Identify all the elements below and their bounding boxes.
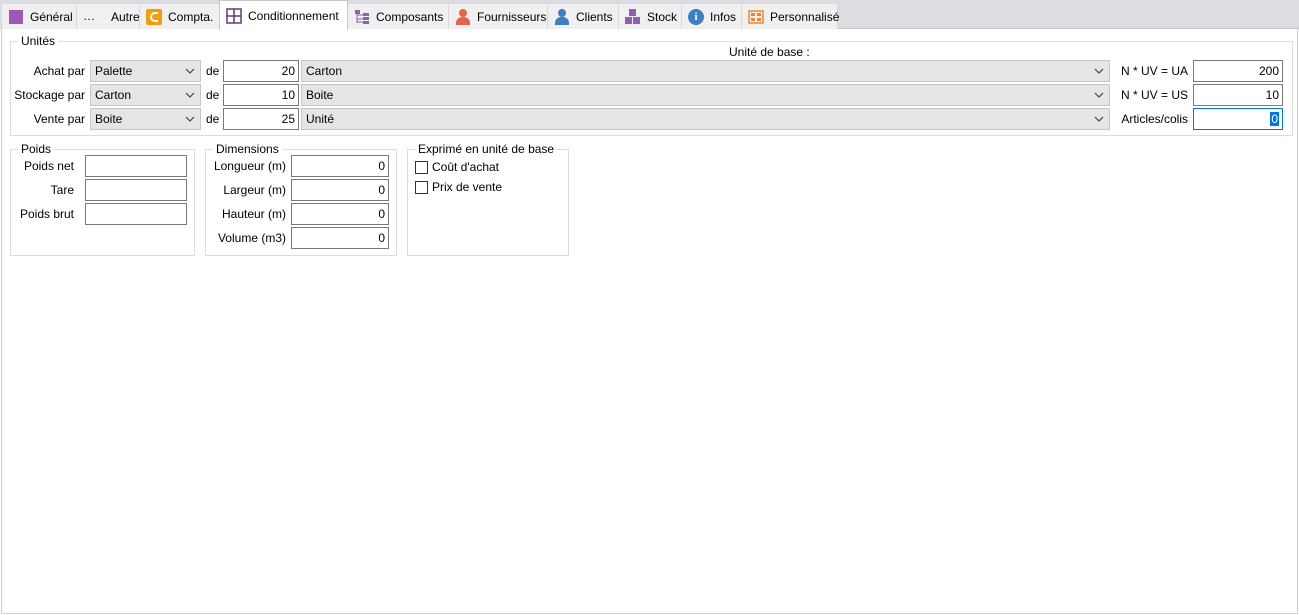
select-value: Boite bbox=[306, 88, 334, 102]
articles-colis-label: Articles/colis bbox=[1121, 112, 1188, 126]
checkbox-box[interactable] bbox=[415, 180, 428, 194]
tab-bar: Général … Autre Compta. Conditionnement … bbox=[0, 0, 1299, 30]
largeur-label: Largeur (m) bbox=[223, 183, 286, 197]
volume-label: Volume (m3) bbox=[217, 231, 286, 245]
info-icon: i bbox=[688, 8, 704, 25]
vente-base-unit-select[interactable]: Unité bbox=[301, 108, 1110, 130]
chevron-down-icon bbox=[1094, 116, 1104, 122]
longueur-input[interactable]: 0 bbox=[291, 155, 389, 177]
tab-label: Conditionnement bbox=[248, 8, 339, 23]
compta-icon bbox=[146, 8, 162, 25]
conditionnement-page: Unités Unité de base : Achat par Palette… bbox=[1, 29, 1298, 614]
tab-label: Autre bbox=[111, 9, 140, 24]
ellipsis-icon: … bbox=[83, 8, 95, 23]
select-value: Unité bbox=[306, 112, 335, 126]
stock-icon bbox=[625, 8, 641, 25]
checkbox-label: Prix de vente bbox=[432, 180, 503, 194]
largeur-input[interactable]: 0 bbox=[291, 179, 389, 201]
tab-conditionnement[interactable]: Conditionnement bbox=[219, 0, 348, 30]
stockage-base-unit-select[interactable]: Boite bbox=[301, 84, 1110, 106]
custom-icon bbox=[748, 9, 764, 25]
chevron-down-icon bbox=[1094, 68, 1104, 74]
vente-qty-input[interactable]: 25 bbox=[223, 108, 299, 130]
chevron-down-icon bbox=[185, 68, 195, 74]
grid-icon bbox=[226, 7, 242, 24]
tab-personnalise[interactable]: Personnalisé bbox=[741, 3, 840, 29]
tab-label: Fournisseurs bbox=[477, 9, 547, 24]
tab-composants[interactable]: Composants bbox=[347, 3, 449, 29]
poids-legend: Poids bbox=[21, 142, 52, 156]
selected-value: 0 bbox=[1270, 112, 1279, 126]
tab-compta[interactable]: Compta. bbox=[139, 3, 220, 29]
hauteur-input[interactable]: 0 bbox=[291, 203, 389, 225]
tab-stock[interactable]: Stock bbox=[618, 3, 682, 29]
stockage-par-label: Stockage par bbox=[14, 88, 85, 102]
select-value: Palette bbox=[95, 64, 133, 78]
achat-qty-input[interactable]: 20 bbox=[223, 60, 299, 82]
tare-input[interactable] bbox=[85, 179, 187, 201]
chevron-down-icon bbox=[1094, 92, 1104, 98]
tab-general[interactable]: Général bbox=[1, 3, 77, 29]
articles-colis-input[interactable]: 0 bbox=[1193, 108, 1283, 130]
achat-base-unit-select[interactable]: Carton bbox=[301, 60, 1110, 82]
tab-autre[interactable]: … Autre bbox=[76, 3, 140, 29]
ratio-ua-label: N * UV = UA bbox=[1120, 64, 1188, 78]
de-label: de bbox=[206, 88, 220, 102]
supplier-icon bbox=[455, 8, 471, 25]
ratio-us-input[interactable]: 10 bbox=[1193, 84, 1283, 106]
achat-unit-select[interactable]: Palette bbox=[90, 60, 201, 82]
prix-vente-checkbox[interactable]: Prix de vente bbox=[415, 180, 502, 194]
achat-par-label: Achat par bbox=[33, 64, 85, 78]
hauteur-label: Hauteur (m) bbox=[221, 207, 286, 221]
stockage-qty-input[interactable]: 10 bbox=[223, 84, 299, 106]
select-value: Boite bbox=[95, 112, 123, 126]
tab-label: Infos bbox=[710, 9, 737, 24]
components-icon bbox=[354, 9, 370, 25]
ratio-us-label: N * UV = US bbox=[1120, 88, 1188, 102]
tab-label: Stock bbox=[647, 9, 678, 24]
tab-infos[interactable]: i Infos bbox=[681, 3, 742, 29]
tab-label: Clients bbox=[576, 9, 613, 24]
volume-input[interactable]: 0 bbox=[291, 227, 389, 249]
poids-net-input[interactable] bbox=[85, 155, 187, 177]
ratio-ua-input[interactable]: 200 bbox=[1193, 60, 1283, 82]
vente-par-label: Vente par bbox=[33, 112, 85, 126]
base-unit-header: Unité de base : bbox=[729, 45, 810, 59]
checkbox-label: Coût d'achat bbox=[432, 160, 500, 174]
de-label: de bbox=[206, 64, 220, 78]
tab-fournisseurs[interactable]: Fournisseurs bbox=[448, 3, 548, 29]
longueur-label: Longueur (m) bbox=[213, 159, 286, 173]
de-label: de bbox=[206, 112, 220, 126]
chevron-down-icon bbox=[185, 116, 195, 122]
cout-achat-checkbox[interactable]: Coût d'achat bbox=[415, 160, 499, 174]
tare-label: Tare bbox=[50, 183, 74, 197]
stockage-unit-select[interactable]: Carton bbox=[90, 84, 201, 106]
client-icon bbox=[554, 8, 570, 25]
select-value: Carton bbox=[95, 88, 132, 102]
poids-brut-label: Poids brut bbox=[19, 207, 74, 221]
select-value: Carton bbox=[306, 64, 343, 78]
tab-label: Composants bbox=[376, 9, 444, 24]
checkbox-box[interactable] bbox=[415, 160, 428, 174]
general-icon bbox=[8, 9, 24, 25]
tab-label: Personnalisé bbox=[770, 9, 840, 24]
dimensions-legend: Dimensions bbox=[216, 142, 279, 156]
base-unit-expr-legend: Exprimé en unité de base bbox=[418, 142, 555, 156]
tab-label: Compta. bbox=[168, 9, 214, 24]
vente-unit-select[interactable]: Boite bbox=[90, 108, 201, 130]
chevron-down-icon bbox=[185, 92, 195, 98]
poids-net-label: Poids net bbox=[23, 159, 74, 173]
units-legend: Unités bbox=[21, 34, 56, 48]
tab-clients[interactable]: Clients bbox=[547, 3, 619, 29]
poids-brut-input[interactable] bbox=[85, 203, 187, 225]
tab-label: Général bbox=[30, 9, 73, 24]
